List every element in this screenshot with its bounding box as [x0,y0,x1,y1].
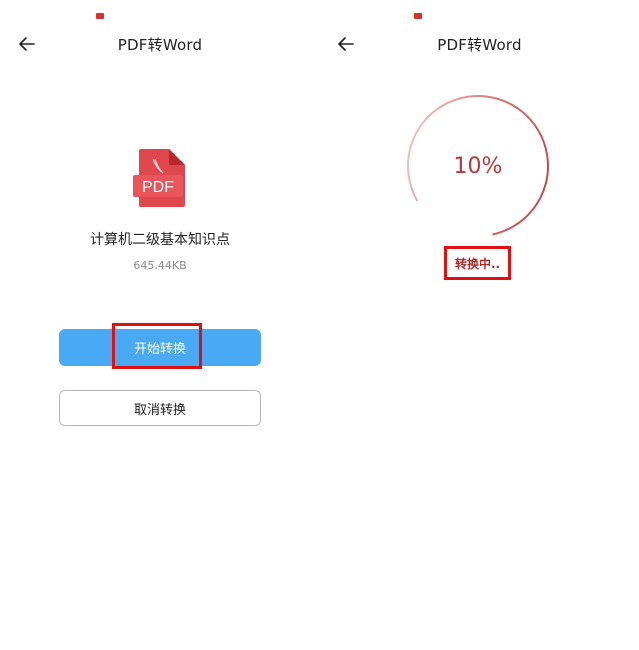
progress-percent: 10% [453,153,503,179]
page-title: PDF转Word [437,36,522,54]
svg-text:PDF: PDF [142,179,174,196]
file-size: 645.44KB [133,259,187,272]
page-title: PDF转Word [117,36,203,54]
pdf-file-icon: PDF [133,149,185,207]
cancel-convert-button[interactable]: 取消转换 [59,390,261,426]
notification-icon [414,13,422,19]
notification-icon [96,13,104,19]
converting-status: 转换中.. [444,246,511,280]
pdf-convert-screen-start: PDF转Word PDF 计算机二级基本知识点 645.44KB 开始转换 取消… [0,0,320,650]
pdf-convert-screen-progress: PDF转Word 10% 转换中.. [320,0,639,650]
file-name: 计算机二级基本知识点 [90,232,230,248]
highlight-box-start [112,323,202,369]
